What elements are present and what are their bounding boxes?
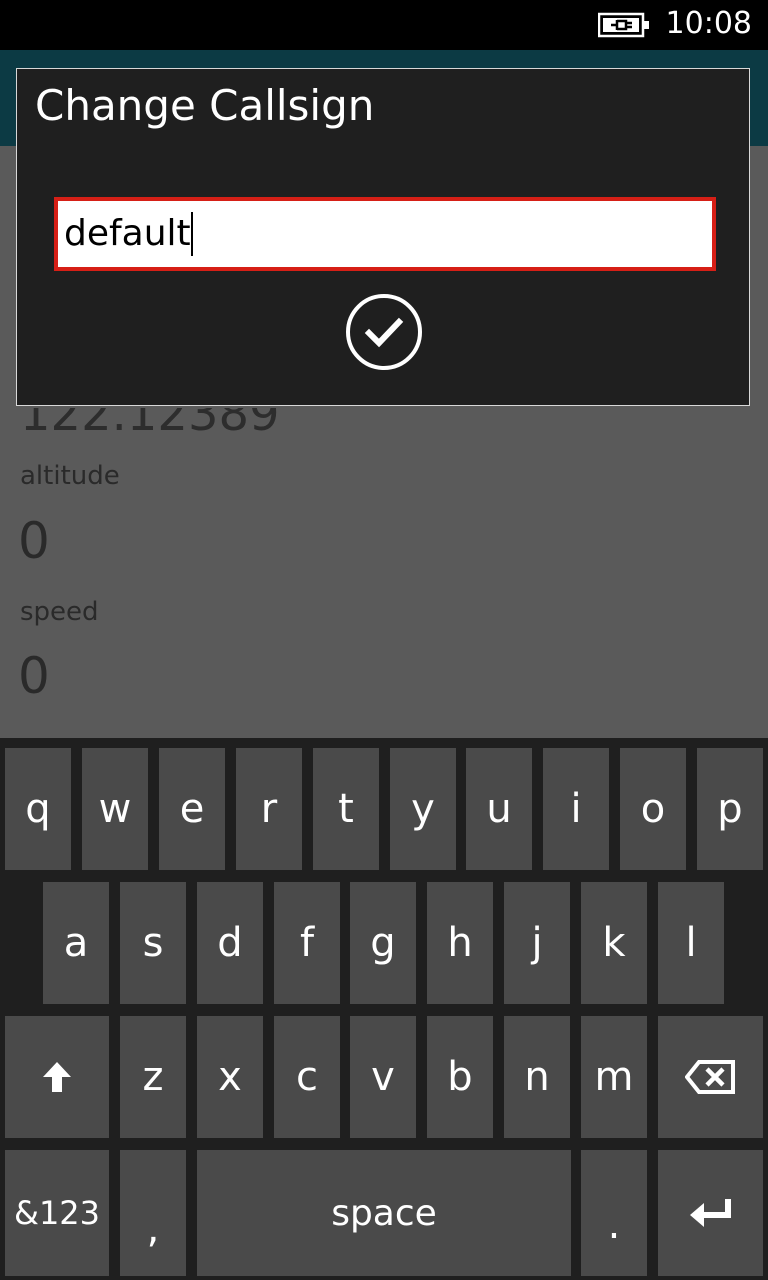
shift-key[interactable] <box>5 1016 109 1138</box>
key-period[interactable]: . <box>581 1150 647 1276</box>
key-y[interactable]: y <box>390 748 456 870</box>
key-t[interactable]: t <box>313 748 379 870</box>
key-e[interactable]: e <box>159 748 225 870</box>
key-n[interactable]: n <box>504 1016 570 1138</box>
key-a[interactable]: a <box>43 882 109 1004</box>
key-r[interactable]: r <box>236 748 302 870</box>
battery-charging-icon <box>598 12 649 38</box>
key-q[interactable]: q <box>5 748 71 870</box>
key-p[interactable]: p <box>697 748 763 870</box>
enter-icon <box>689 1199 731 1227</box>
confirm-button[interactable] <box>346 294 422 370</box>
on-screen-keyboard: q w e r t y u i o p a s d f g h j k l z … <box>0 738 768 1280</box>
key-s[interactable]: s <box>120 882 186 1004</box>
altitude-label: altitude <box>20 461 120 491</box>
key-l[interactable]: l <box>658 882 724 1004</box>
key-z[interactable]: z <box>120 1016 186 1138</box>
key-f[interactable]: f <box>274 882 340 1004</box>
key-o[interactable]: o <box>620 748 686 870</box>
key-i[interactable]: i <box>543 748 609 870</box>
change-callsign-dialog: Change Callsign default <box>16 68 750 406</box>
key-h[interactable]: h <box>427 882 493 1004</box>
numbers-symbols-key[interactable]: &123 <box>5 1150 109 1276</box>
callsign-input-value: default <box>64 213 191 254</box>
speed-value: 0 <box>18 647 50 705</box>
key-w[interactable]: w <box>82 748 148 870</box>
shift-arrow-icon <box>43 1062 71 1092</box>
dialog-title: Change Callsign <box>35 81 375 130</box>
key-x[interactable]: x <box>197 1016 263 1138</box>
text-caret <box>190 212 193 256</box>
status-time: 10:08 <box>665 6 752 41</box>
key-k[interactable]: k <box>581 882 647 1004</box>
space-key[interactable]: space <box>197 1150 571 1276</box>
status-bar: 10:08 <box>0 0 768 50</box>
key-comma[interactable]: , <box>120 1150 186 1276</box>
key-m[interactable]: m <box>581 1016 647 1138</box>
enter-key[interactable] <box>658 1150 763 1276</box>
phone-screen: 10:08 122.12389 altitude 0 speed 0 Chang… <box>0 0 768 1280</box>
key-c[interactable]: c <box>274 1016 340 1138</box>
callsign-input[interactable]: default <box>54 197 716 271</box>
key-g[interactable]: g <box>350 882 416 1004</box>
key-v[interactable]: v <box>350 1016 416 1138</box>
altitude-value: 0 <box>18 512 50 570</box>
key-u[interactable]: u <box>466 748 532 870</box>
key-d[interactable]: d <box>197 882 263 1004</box>
key-j[interactable]: j <box>504 882 570 1004</box>
backspace-key[interactable] <box>658 1016 763 1138</box>
key-b[interactable]: b <box>427 1016 493 1138</box>
checkmark-circle-icon <box>364 317 404 348</box>
speed-label: speed <box>20 597 99 627</box>
backspace-icon <box>684 1060 735 1094</box>
